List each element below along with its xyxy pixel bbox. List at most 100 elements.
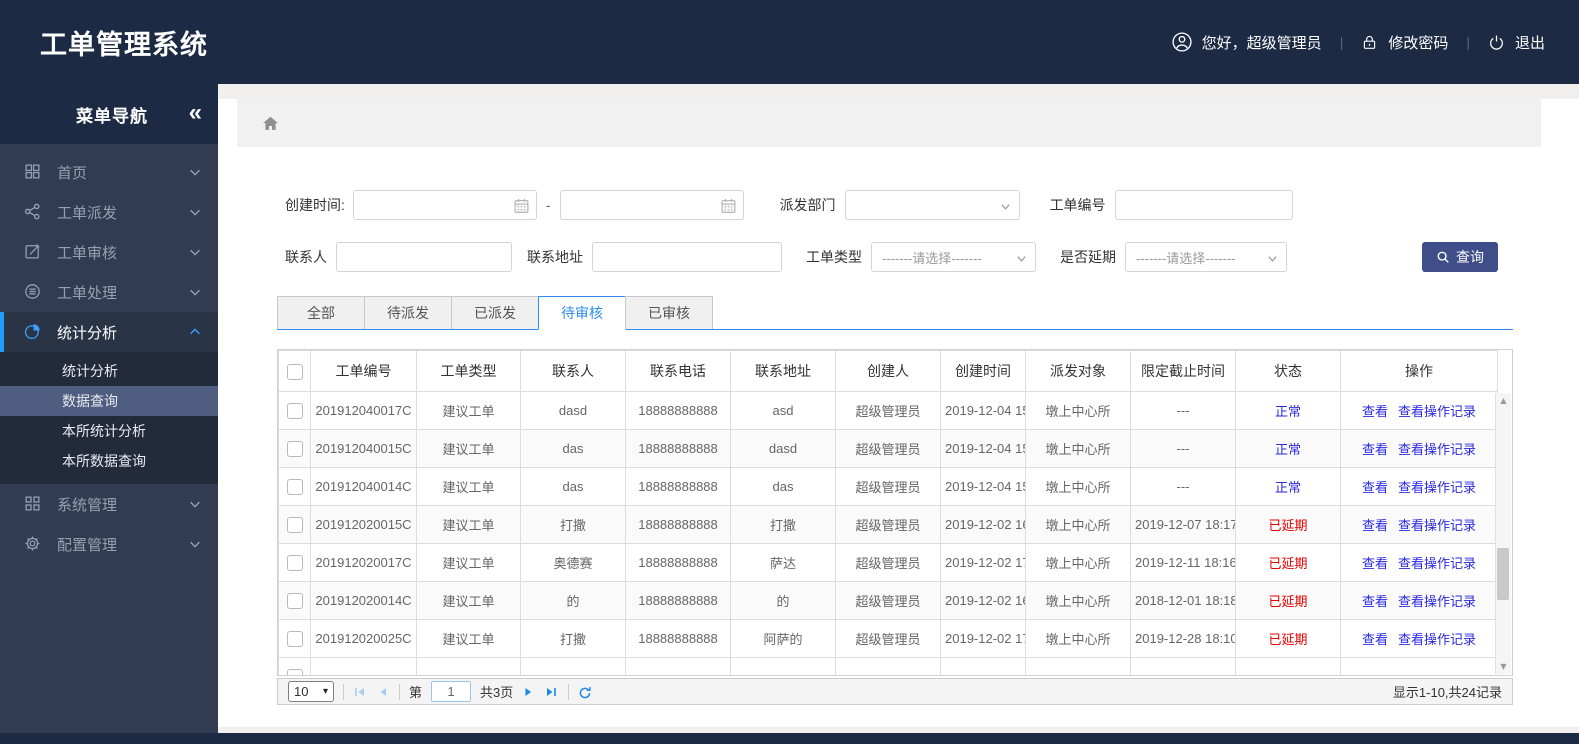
cell-address: 阿萨的 xyxy=(730,619,836,658)
filter-row-1: 创建时间: - 派发部门 工单编号 xyxy=(277,190,1513,220)
user-greeting[interactable]: 您好，超级管理员 xyxy=(1172,32,1322,53)
page-size-select[interactable]: 10 ▾ xyxy=(288,681,334,702)
column-header: 联系人 xyxy=(520,350,626,392)
view-link[interactable]: 查看 xyxy=(1362,442,1388,457)
logout-button[interactable]: 退出 xyxy=(1488,32,1545,53)
cell-creator: 超级管理员 xyxy=(835,429,941,468)
search-button[interactable]: 查询 xyxy=(1422,242,1498,272)
row-checkbox-cell xyxy=(278,505,311,544)
view-link[interactable]: 查看 xyxy=(1362,594,1388,609)
sidebar-item-home[interactable]: 首页 xyxy=(0,152,218,192)
cell-target: 墩上中心所 xyxy=(1025,619,1131,658)
change-password-button[interactable]: 修改密码 xyxy=(1361,32,1448,53)
view-link[interactable]: 查看 xyxy=(1362,556,1388,571)
page-number-input[interactable] xyxy=(431,681,472,702)
table-scrollbar[interactable]: ▲ ▼ xyxy=(1495,393,1511,674)
breadcrumb xyxy=(237,99,1541,147)
view-log-link[interactable]: 查看操作记录 xyxy=(1398,442,1476,457)
cell-phone: 18888888888 xyxy=(625,391,731,430)
order-no-label: 工单编号 xyxy=(1049,197,1106,213)
contact-label: 联系人 xyxy=(285,249,327,265)
tab-all[interactable]: 全部 xyxy=(277,296,365,329)
sidebar-submenu: 统计分析 数据查询 本所统计分析 本所数据查询 xyxy=(0,352,218,484)
created-from-input[interactable] xyxy=(353,191,536,219)
cell-phone: 18888888888 xyxy=(625,543,731,582)
is-delayed-select[interactable]: -------请选择------- xyxy=(1125,242,1287,272)
cell-address: das xyxy=(730,467,836,506)
row-checkbox[interactable] xyxy=(286,592,303,609)
submenu-item-branch-data-query[interactable]: 本所数据查询 xyxy=(0,446,218,476)
refresh-icon[interactable] xyxy=(578,686,592,698)
view-link[interactable]: 查看 xyxy=(1362,518,1388,533)
pagination-bar: 10 ▾ 第 共3页 xyxy=(277,678,1513,705)
address-field xyxy=(592,242,782,272)
cell-order-no: 201912040015C xyxy=(310,429,417,468)
row-checkbox-cell xyxy=(278,619,311,658)
cell-empty xyxy=(1025,657,1131,675)
calendar-icon[interactable] xyxy=(720,197,737,214)
home-icon[interactable] xyxy=(262,115,279,132)
view-log-link[interactable]: 查看操作记录 xyxy=(1398,632,1476,647)
header-separator: | xyxy=(1466,34,1470,50)
scroll-down-arrow[interactable]: ▼ xyxy=(1496,662,1511,671)
scroll-up-arrow[interactable]: ▲ xyxy=(1496,396,1511,405)
tab-pending-dispatch[interactable]: 待派发 xyxy=(364,296,452,329)
column-header: 限定截止时间 xyxy=(1130,350,1236,392)
sidebar-item-review[interactable]: 工单审核 xyxy=(0,232,218,272)
view-log-link[interactable]: 查看操作记录 xyxy=(1398,404,1476,419)
order-no-input[interactable] xyxy=(1115,191,1292,219)
row-checkbox[interactable] xyxy=(286,478,303,495)
submenu-item-data-query[interactable]: 数据查询 xyxy=(0,386,218,416)
view-link[interactable]: 查看 xyxy=(1362,404,1388,419)
created-to-input[interactable] xyxy=(560,191,743,219)
prev-page-button[interactable] xyxy=(376,686,390,698)
view-log-link[interactable]: 查看操作记录 xyxy=(1398,556,1476,571)
sidebar-item-dispatch[interactable]: 工单派发 xyxy=(0,192,218,232)
cell-phone: 18888888888 xyxy=(625,619,731,658)
cell-order-no: 201912020015C xyxy=(310,505,417,544)
next-page-button[interactable] xyxy=(522,686,536,698)
order-type-select[interactable]: -------请选择------- xyxy=(871,242,1036,272)
dispatch-dept-label: 派发部门 xyxy=(779,197,836,213)
tab-pending-review[interactable]: 待审核 xyxy=(538,296,626,330)
table-wrapper: 工单编号 工单类型 联系人 联系电话 联系地址 创建人 创建时间 派发对象 限定截止时间 状态 操作… xyxy=(277,349,1513,676)
row-checkbox[interactable] xyxy=(286,440,303,457)
tab-reviewed[interactable]: 已审核 xyxy=(625,296,713,329)
sidebar-item-process[interactable]: 工单处理 xyxy=(0,272,218,312)
first-page-button[interactable] xyxy=(353,686,367,698)
row-checkbox[interactable] xyxy=(286,630,303,647)
submenu-item-stats-analysis[interactable]: 统计分析 xyxy=(0,356,218,386)
sidebar-item-config[interactable]: 配置管理 xyxy=(0,524,218,564)
view-log-link[interactable]: 查看操作记录 xyxy=(1398,518,1476,533)
row-checkbox-cell xyxy=(278,391,311,430)
table-row: 201912020025C 建议工单 打撒 18888888888 阿萨的 超级管理员 20… xyxy=(278,619,1498,658)
row-checkbox[interactable] xyxy=(286,554,303,571)
cell-order-no: 201912040014C xyxy=(310,467,417,506)
chevron-down-icon xyxy=(188,205,202,219)
last-page-button[interactable] xyxy=(545,686,559,698)
view-link[interactable]: 查看 xyxy=(1362,632,1388,647)
submenu-item-branch-stats[interactable]: 本所统计分析 xyxy=(0,416,218,446)
sidebar-item-stats[interactable]: 统计分析 xyxy=(0,312,218,352)
row-checkbox[interactable] xyxy=(286,402,303,419)
contact-input[interactable] xyxy=(337,243,511,271)
edit-icon xyxy=(24,243,42,261)
dispatch-dept-select[interactable] xyxy=(844,190,1020,220)
sidebar-header: 菜单导航 « xyxy=(0,84,218,144)
sidebar-item-system[interactable]: 系统管理 xyxy=(0,484,218,524)
chevron-double-left-icon[interactable]: « xyxy=(189,101,202,125)
row-checkbox[interactable] xyxy=(286,668,303,675)
view-log-link[interactable]: 查看操作记录 xyxy=(1398,480,1476,495)
cell-actions: 查看 查看操作记录 xyxy=(1340,391,1498,430)
view-log-link[interactable]: 查看操作记录 xyxy=(1398,594,1476,609)
tab-dispatched[interactable]: 已派发 xyxy=(451,296,539,329)
cell-created: 2019-12-04 15 xyxy=(940,467,1026,506)
select-all-checkbox[interactable] xyxy=(286,363,303,380)
view-link[interactable]: 查看 xyxy=(1362,480,1388,495)
calendar-icon[interactable] xyxy=(513,197,530,214)
scrollbar-thumb[interactable] xyxy=(1497,547,1509,600)
cell-order-no: 201912020025C xyxy=(310,619,417,658)
cell-created: 2019-12-02 16 xyxy=(940,505,1026,544)
address-input[interactable] xyxy=(593,243,781,271)
row-checkbox[interactable] xyxy=(286,516,303,533)
